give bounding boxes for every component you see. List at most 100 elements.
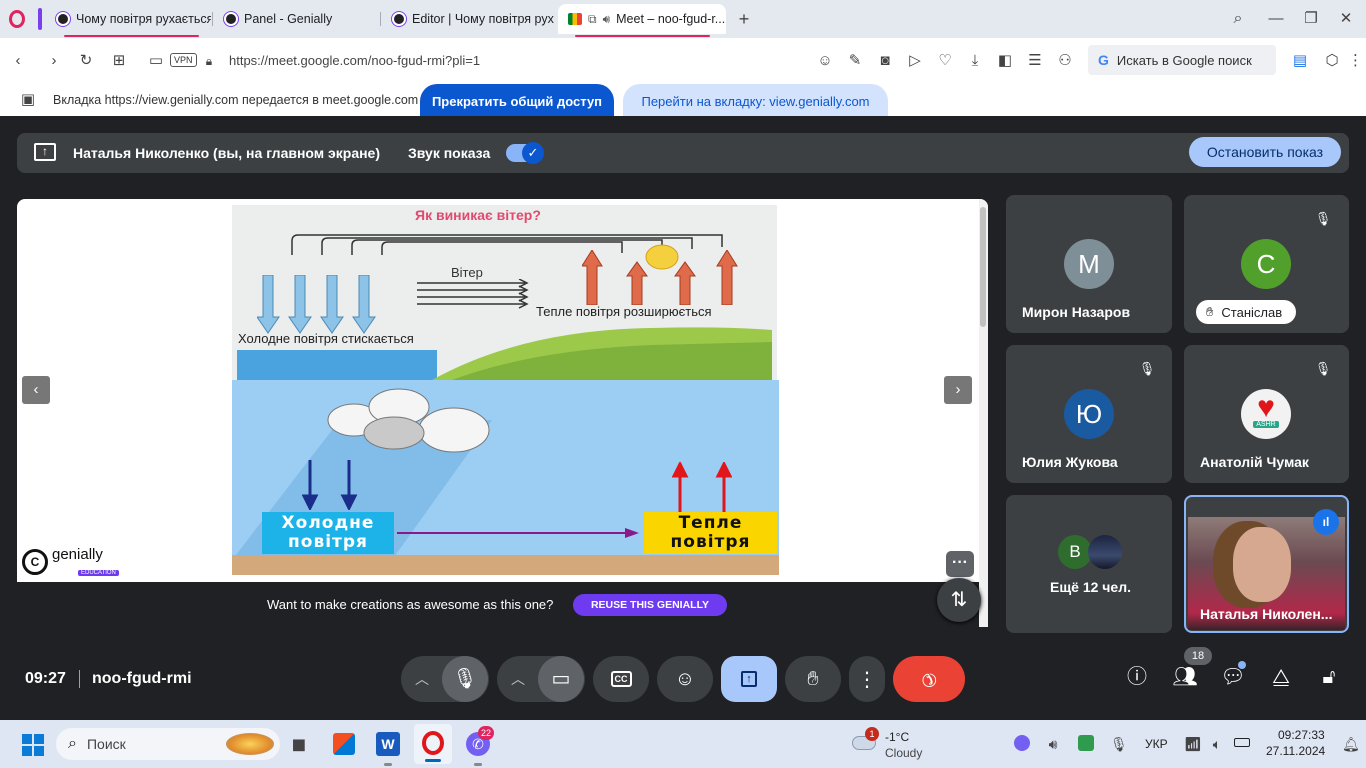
participant-name: Станіслав xyxy=(1221,304,1283,320)
restore-button[interactable]: ❐ xyxy=(1301,9,1321,29)
go-to-tab-button[interactable]: Перейти на вкладку: view.genially.com xyxy=(623,84,888,118)
tab-search-icon[interactable]: ⌕ xyxy=(1228,9,1248,29)
captions-button[interactable]: CC xyxy=(593,656,649,702)
volume-tray-icon[interactable]: 🔊︎ xyxy=(1044,734,1062,754)
snapshot-icon[interactable]: ◙ xyxy=(875,51,895,71)
participant-avatar-photo xyxy=(1088,535,1122,569)
participant-name: Юлия Жукова xyxy=(1022,454,1118,470)
cold-box-line-2: повітря xyxy=(288,532,368,552)
clock-time[interactable]: 09:27:33 xyxy=(1278,728,1325,742)
speaker-tray-icon[interactable]: 🔈︎ xyxy=(1208,734,1226,754)
people-button[interactable]: 👥︎ xyxy=(1171,667,1199,687)
url-field[interactable]: https://meet.google.com/noo-fgud-rmi?pli… xyxy=(229,53,480,68)
camera-button[interactable]: ▭ xyxy=(538,656,584,702)
minimize-button[interactable]: — xyxy=(1266,9,1286,29)
tab-title: Panel - Genially xyxy=(244,12,333,26)
heart-icon[interactable]: ♡ xyxy=(935,51,955,71)
slide-lower-image: Холодне повітря Тепле повітря xyxy=(232,380,779,575)
back-button[interactable]: ‹ xyxy=(8,51,28,71)
taskbar-search-label: Поиск xyxy=(86,736,126,752)
reload-button[interactable]: ↻ xyxy=(76,51,96,71)
leave-call-button[interactable]: ✆ xyxy=(893,656,965,702)
google-search-box[interactable]: G Искать в Google поиск xyxy=(1088,45,1276,75)
speed-dial-icon[interactable]: ⊞ xyxy=(109,51,129,71)
up-arrows-graphic xyxy=(672,462,732,512)
tab-4-active[interactable]: ⧉ 🔊︎ Meet – noo-fgud-r... xyxy=(558,4,726,34)
mic-off-icon: 🎙︎ xyxy=(1312,358,1334,380)
chat-button[interactable]: 💬︎ xyxy=(1220,667,1246,687)
new-tab-button[interactable]: + xyxy=(734,9,754,29)
menu-icon[interactable]: ⋮ xyxy=(1348,51,1363,71)
tab-3[interactable]: Editor | Чому повітря рух... xyxy=(382,4,554,34)
clock-date[interactable]: 27.11.2024 xyxy=(1266,744,1325,758)
opera-running-indicator xyxy=(425,759,441,762)
notifications-icon[interactable]: 🔔︎ xyxy=(1342,734,1360,754)
slide-prev-button[interactable]: ‹ xyxy=(22,376,50,404)
stop-presenting-button[interactable]: Остановить показ xyxy=(1189,137,1341,167)
easy-setup-icon[interactable]: ☰ xyxy=(1025,51,1045,71)
profile-icon[interactable]: ⚇ xyxy=(1055,51,1075,71)
picture-in-picture-icon: ⧉ xyxy=(588,11,597,26)
participant-tile[interactable]: 🎙︎ ♥ ASHR Анатолій Чумак xyxy=(1184,345,1349,483)
slide-scrollbar[interactable] xyxy=(979,199,988,627)
others-tile[interactable]: B Ещё 12 чел. xyxy=(1006,495,1172,633)
taskbar-search[interactable]: ⌕ Поиск xyxy=(56,728,280,760)
self-video-tile[interactable]: ıl Наталья Николен... xyxy=(1184,495,1349,633)
share-audio-toggle[interactable]: ✓ xyxy=(506,142,544,164)
opera-menu-icon[interactable] xyxy=(9,10,25,28)
present-button[interactable]: ↑ xyxy=(721,656,777,702)
vpn-badge[interactable]: VPN xyxy=(170,53,197,67)
participant-avatar: B xyxy=(1058,535,1092,569)
meeting-info-button[interactable]: ⓘ xyxy=(1124,667,1150,687)
start-icon[interactable] xyxy=(22,734,44,756)
reuse-genially-button[interactable]: REUSE THIS GENIALLY xyxy=(573,594,727,616)
host-controls-button[interactable]: 🔓︎ xyxy=(1316,667,1342,687)
hand-icon: ✋︎ xyxy=(1206,304,1214,319)
weather-badge: 1 xyxy=(865,727,879,741)
tab-2[interactable]: Panel - Genially xyxy=(214,4,379,34)
weather-widget[interactable]: 1 -1°C Cloudy xyxy=(852,727,942,762)
extensions-icon[interactable]: ⬡ xyxy=(1322,51,1342,71)
more-vert-icon: ⋮ xyxy=(857,668,877,691)
opera-active-app[interactable] xyxy=(414,724,452,764)
emoji-button[interactable]: ☺ xyxy=(657,656,713,702)
microphone-tray-icon[interactable]: 🎙︎ xyxy=(1110,734,1128,754)
close-window-button[interactable]: ✕ xyxy=(1336,9,1356,29)
forward-button[interactable]: › xyxy=(44,51,64,71)
send-icon[interactable]: ▷ xyxy=(905,51,925,71)
slide-more-button[interactable]: ··· xyxy=(946,551,974,577)
camera-icon[interactable]: ▭ xyxy=(146,51,166,71)
raise-hand-button[interactable]: ✋︎ xyxy=(785,656,841,702)
participant-tile[interactable]: М Мирон Назаров xyxy=(1006,195,1172,333)
task-view-icon[interactable]: ◼ xyxy=(288,734,310,754)
slide-scrollbar-thumb[interactable] xyxy=(980,207,986,327)
battery-saver-icon[interactable]: ◧ xyxy=(995,51,1015,71)
participant-tile[interactable]: 🎙︎ C ✋︎ Станіслав xyxy=(1184,195,1349,333)
battery-icon[interactable] xyxy=(1234,738,1250,747)
more-options-button[interactable]: ⋮ xyxy=(849,656,885,702)
language-indicator[interactable]: УКР xyxy=(1145,737,1168,751)
emoji-icon[interactable]: ☺ xyxy=(815,51,835,71)
security-tray-icon[interactable] xyxy=(1078,735,1094,751)
microphone-button[interactable]: 🎙︎ xyxy=(442,656,488,702)
stop-sharing-button[interactable]: Прекратить общий доступ xyxy=(420,84,614,118)
chevron-up-icon[interactable]: ︿ xyxy=(498,669,538,689)
chevron-up-icon[interactable]: ︿ xyxy=(402,669,442,689)
tab-1[interactable]: Чому повітря рухається? xyxy=(46,4,211,34)
viber-tray-icon[interactable] xyxy=(1014,735,1030,751)
slide-upper-image: Як виникає вітер? Вітер Тепле повітря ро… xyxy=(232,205,777,380)
mic-off-icon: 🎙︎ xyxy=(1136,358,1158,380)
opera-icon xyxy=(422,731,444,755)
clouds-graphic xyxy=(327,388,490,453)
edit-icon[interactable]: ✎ xyxy=(845,51,865,71)
word-icon[interactable]: W xyxy=(376,732,400,756)
activities-button[interactable]: ⧋ xyxy=(1268,667,1294,687)
participant-tile[interactable]: 🎙︎ Ю Юлия Жукова xyxy=(1006,345,1172,483)
slide-next-button[interactable]: › xyxy=(944,376,972,404)
tab-manager-icon[interactable]: ▤ xyxy=(1290,51,1310,71)
time-code-divider xyxy=(79,670,80,688)
store-icon[interactable] xyxy=(333,733,355,755)
download-icon[interactable]: ⤓ xyxy=(965,51,985,71)
swap-layout-button[interactable]: ⇅ xyxy=(937,578,981,622)
wifi-icon[interactable]: 📶︎ xyxy=(1184,734,1202,754)
